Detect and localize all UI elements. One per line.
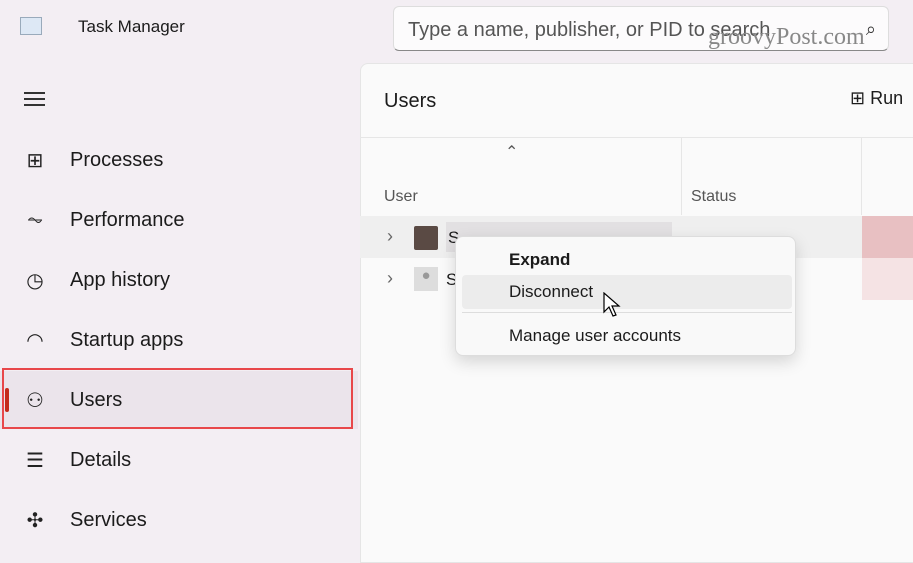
nav-label: App history xyxy=(70,268,171,291)
menu-divider xyxy=(462,312,792,313)
menu-item-disconnect[interactable]: Disconnect xyxy=(462,275,792,309)
cpu-cell xyxy=(862,258,913,300)
sidebar-item-app-history[interactable]: ◷ App history xyxy=(0,251,358,309)
mouse-cursor-icon xyxy=(603,292,621,317)
divider xyxy=(360,137,913,138)
processes-grid-icon: ⊞ xyxy=(26,149,44,172)
sort-ascending-icon: ⌃ xyxy=(505,144,519,161)
sidebar-item-services[interactable]: ✣ Services xyxy=(0,491,358,549)
menu-item-expand[interactable]: Expand xyxy=(462,243,792,277)
sidebar-item-startup-apps[interactable]: ◠ Startup apps xyxy=(0,311,358,369)
sidebar-item-details[interactable]: ☰ Details xyxy=(0,431,358,489)
column-separator[interactable] xyxy=(861,137,862,215)
cpu-cell xyxy=(862,216,913,258)
app-icon xyxy=(20,17,42,35)
history-icon: ◷ xyxy=(26,269,44,292)
page-title: Users xyxy=(384,90,437,112)
sidebar-item-performance[interactable]: ⏦ Performance xyxy=(0,191,358,249)
default-avatar-icon: ● xyxy=(414,267,438,291)
sidebar-item-processes[interactable]: ⊞ Processes xyxy=(0,131,358,189)
context-menu: Expand Disconnect Manage user accounts xyxy=(455,236,796,356)
chevron-right-icon[interactable]: › xyxy=(387,226,393,247)
speedometer-icon: ◠ xyxy=(26,329,44,352)
nav-label: Processes xyxy=(70,148,164,171)
puzzle-icon: ✣ xyxy=(26,509,44,532)
list-icon: ☰ xyxy=(26,449,44,472)
chevron-right-icon[interactable]: › xyxy=(387,268,393,289)
nav-label: Services xyxy=(70,508,147,531)
column-separator[interactable] xyxy=(681,137,682,215)
app-title: Task Manager xyxy=(78,17,185,36)
pulse-icon: ⏦ xyxy=(26,208,44,231)
run-new-task-button[interactable]: ⊞ Run xyxy=(850,88,903,109)
hamburger-menu-icon[interactable] xyxy=(24,88,45,110)
highlight-box xyxy=(2,368,353,429)
column-header-status[interactable]: Status xyxy=(691,188,736,206)
search-icon[interactable]: ⌕ xyxy=(866,19,876,40)
run-label: Run xyxy=(870,88,904,108)
menu-item-manage-user-accounts[interactable]: Manage user accounts xyxy=(462,319,792,353)
run-task-icon: ⊞ xyxy=(850,88,866,108)
avatar xyxy=(414,226,438,250)
nav-label: Performance xyxy=(70,208,185,231)
column-header-user[interactable]: User xyxy=(384,188,418,206)
watermark: groovyPost.com xyxy=(708,24,865,50)
nav-label: Details xyxy=(70,448,132,471)
nav-label: Startup apps xyxy=(70,328,184,351)
